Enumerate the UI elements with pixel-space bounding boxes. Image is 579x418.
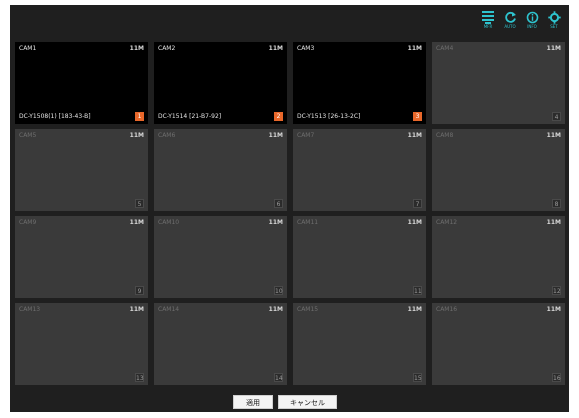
channel-badge: 9 [135,286,144,295]
channel-badge: 12 [552,286,561,295]
channel-badge: 14 [274,373,283,382]
camera-resolution: 11M [407,219,422,226]
camera-tile[interactable]: CAM5 11M 5 [15,129,148,211]
toolbar: MFR AUTO INFO SET [10,5,569,42]
camera-tile[interactable]: CAM14 11M 14 [154,303,287,385]
apply-button[interactable]: 適用 [233,395,273,409]
camera-grid: CAM1 11M DC-Y1508(1) [183-43-B] 1 CAM2 11M DC-… [15,42,565,388]
camera-name: CAM3 [297,45,315,52]
camera-name: CAM9 [19,219,37,226]
cancel-button[interactable]: キャンセル [278,395,337,409]
camera-tile[interactable]: CAM1 11M DC-Y1508(1) [183-43-B] 1 [15,42,148,124]
camera-name: CAM8 [436,132,454,139]
camera-resolution: 11M [268,45,283,52]
camera-name: CAM16 [436,306,458,313]
settings-button[interactable]: SET [543,11,565,37]
camera-resolution: 11M [407,132,422,139]
channel-badge: 5 [135,199,144,208]
camera-name: CAM13 [19,306,41,313]
camera-name: CAM12 [436,219,458,226]
camera-resolution: 11M [546,45,561,52]
camera-model: DC-Y1513 [26-13-2C] [297,113,361,120]
channel-badge: 11 [413,286,422,295]
info-icon [526,11,538,24]
camera-resolution: 11M [546,306,561,313]
camera-model: DC-Y1514 [21-B7-92] [158,113,222,120]
camera-resolution: 11M [407,306,422,313]
camera-tile[interactable]: CAM3 11M DC-Y1513 [26-13-2C] 3 [293,42,426,124]
refresh-button[interactable]: AUTO [499,11,521,37]
camera-resolution: 11M [129,45,144,52]
camera-resolution: 11M [268,306,283,313]
camera-name: CAM15 [297,306,319,313]
camera-resolution: 11M [268,132,283,139]
channel-badge: 10 [274,286,283,295]
camera-resolution: 11M [129,219,144,226]
settings-caption: SET [550,24,558,29]
camera-tile[interactable]: CAM7 11M 7 [293,129,426,211]
camera-tile[interactable]: CAM16 11M 16 [432,303,565,385]
camera-tile[interactable]: CAM10 11M 10 [154,216,287,298]
camera-resolution: 11M [129,132,144,139]
channel-badge: 13 [135,373,144,382]
list-caption: MFR [483,24,493,29]
channel-badge: 2 [274,112,283,121]
dialog-footer: 適用 キャンセル [10,395,569,412]
refresh-caption: AUTO [504,24,516,29]
camera-resolution: 11M [546,132,561,139]
camera-resolution: 11M [407,45,422,52]
channel-badge: 15 [413,373,422,382]
camera-tile[interactable]: CAM6 11M 6 [154,129,287,211]
channel-badge: 7 [413,199,422,208]
camera-name: CAM5 [19,132,37,139]
list-button[interactable]: MFR [477,11,499,37]
info-button[interactable]: INFO [521,11,543,37]
camera-tile[interactable]: CAM8 11M 8 [432,129,565,211]
channel-badge: 6 [274,199,283,208]
gear-icon [547,11,561,24]
list-icon [482,11,494,24]
camera-name: CAM1 [19,45,37,52]
camera-tile[interactable]: CAM9 11M 9 [15,216,148,298]
info-caption: INFO [527,24,537,29]
channel-badge: 16 [552,373,561,382]
camera-resolution: 11M [129,306,144,313]
camera-tile[interactable]: CAM4 11M 4 [432,42,565,124]
camera-tile[interactable]: CAM2 11M DC-Y1514 [21-B7-92] 2 [154,42,287,124]
camera-tile[interactable]: CAM13 11M 13 [15,303,148,385]
camera-tile[interactable]: CAM11 11M 11 [293,216,426,298]
camera-tile[interactable]: CAM15 11M 15 [293,303,426,385]
camera-name: CAM2 [158,45,176,52]
camera-name: CAM11 [297,219,319,226]
camera-resolution: 11M [546,219,561,226]
camera-name: CAM4 [436,45,454,52]
camera-name: CAM6 [158,132,176,139]
camera-name: CAM7 [297,132,315,139]
camera-resolution: 11M [268,219,283,226]
camera-setup-window: MFR AUTO INFO SET CAM1 11M DC-Y1508(1) [… [10,5,569,412]
channel-badge: 1 [135,112,144,121]
camera-tile[interactable]: CAM12 11M 12 [432,216,565,298]
channel-badge: 4 [552,112,561,121]
channel-badge: 3 [413,112,422,121]
camera-name: CAM10 [158,219,180,226]
camera-name: CAM14 [158,306,180,313]
camera-model: DC-Y1508(1) [183-43-B] [19,113,91,120]
refresh-icon [504,11,516,23]
channel-badge: 8 [552,199,561,208]
